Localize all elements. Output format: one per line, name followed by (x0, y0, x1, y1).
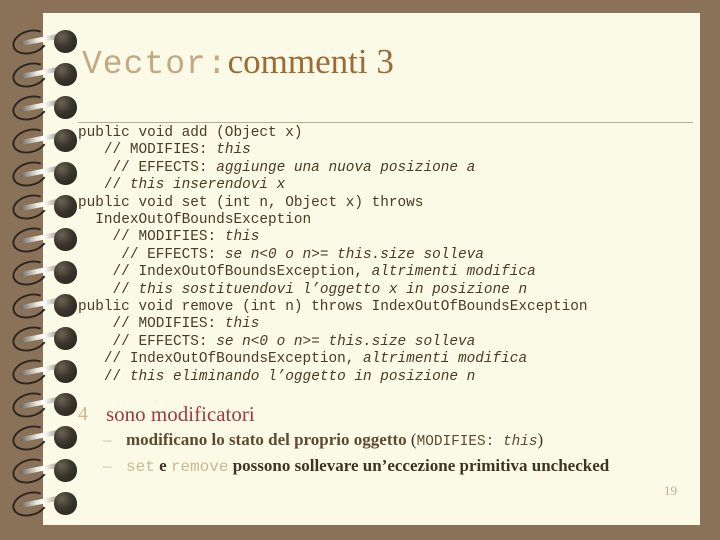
code-comment-italic: this (224, 316, 260, 333)
slide-canvas: Vector:commenti 3 public void add (Objec… (0, 0, 720, 540)
code-line: public void set (int n, Object x) throws (78, 195, 698, 212)
code-text: // EFFECTS: (121, 246, 225, 263)
code-line: // IndexOutOfBoundsException, altrimenti… (78, 351, 698, 368)
code-text: // MODIFIES: (112, 229, 225, 246)
code-comment-italic: altrimenti modifica (363, 351, 528, 368)
code-comment-italic: this sostituendovi l’oggetto x in posizi… (138, 281, 528, 298)
title-mono-part: Vector: (82, 46, 228, 83)
code-line: // EFFECTS: se n<0 o n>= this.size solle… (78, 334, 698, 351)
bullet-heading-text: sono modificatori (106, 402, 255, 426)
dash-icon: – (103, 430, 112, 449)
bullet-list: 4 sono modificatori – modificano lo stat… (78, 402, 678, 478)
code-comment-italic: this inserendovi x (129, 177, 286, 194)
code-comment-italic: this (224, 229, 260, 246)
code-line: // this inserendovi x (78, 177, 698, 194)
code-line: // MODIFIES: this (78, 229, 698, 246)
code-text: // IndexOutOfBoundsException, (112, 264, 372, 281)
sub-bullet-2-text: possono sollevare un’eccezione primitiva… (228, 456, 610, 475)
code-line: IndexOutOfBoundsException (78, 212, 698, 229)
code-comment-italic: se n<0 o n>= this.size solleva (216, 333, 476, 350)
code-line: // MODIFIES: this (78, 142, 698, 159)
code-text: public void remove (int n) throws IndexO… (78, 299, 588, 316)
code-comment-italic: altrimenti modifica (371, 264, 536, 281)
code-text: // (112, 281, 139, 298)
code-text: // (103, 177, 130, 194)
code-line: public void add (Object x) (78, 125, 698, 142)
sub-bullet-1: – modificano lo stato del proprio oggett… (78, 429, 678, 453)
code-comment-italic: aggiunge una nuova posizione a (216, 159, 476, 176)
code-text: IndexOutOfBoundsException (95, 212, 312, 229)
code-text: public void set (int n, Object x) throws (78, 194, 424, 211)
title-divider-rule (78, 122, 693, 123)
sub-bullet-1-code-plain: MODIFIES: (416, 434, 503, 450)
page-number: 19 (664, 483, 677, 498)
bullet-heading: 4 sono modificatori (78, 402, 678, 427)
code-comment-italic: se n<0 o n>= this.size solleva (224, 246, 484, 263)
code-line: // this sostituendovi l’oggetto x in pos… (78, 282, 698, 299)
code-text: // MODIFIES: (103, 142, 217, 159)
sub-bullet-2: – set e remove possono sollevare un’ecce… (78, 455, 678, 478)
code-text: // IndexOutOfBoundsException, (103, 351, 363, 368)
code-line: // IndexOutOfBoundsException, altrimenti… (78, 264, 698, 281)
sub-bullet-2-conjunction: e (154, 456, 171, 475)
sub-bullet-2-code-remove: remove (170, 458, 229, 476)
sub-bullet-1-close-paren: ) (537, 430, 544, 449)
code-comment-italic: this (216, 142, 251, 159)
code-line: // EFFECTS: se n<0 o n>= this.size solle… (78, 247, 698, 264)
slide-title: Vector:commenti 3 (82, 42, 394, 83)
code-line: // MODIFIES: this (78, 316, 698, 333)
code-text: // MODIFIES: (112, 316, 225, 333)
code-text: // (103, 368, 130, 385)
title-serif-part: commenti 3 (227, 42, 394, 81)
sub-bullet-2-code-set: set (126, 458, 155, 476)
dash-icon: – (103, 456, 112, 475)
code-block: public void add (Object x) // MODIFIES: … (78, 125, 698, 386)
sub-bullet-1-code-italic: this (502, 434, 538, 450)
code-line: // this eliminando l’oggetto in posizion… (78, 369, 698, 386)
code-text: // EFFECTS: (112, 333, 217, 350)
code-text: // EFFECTS: (112, 159, 217, 176)
bullet-marker-icon: 4 (78, 403, 88, 425)
code-comment-italic: this eliminando l’oggetto in posizione n (129, 368, 476, 385)
code-line: public void remove (int n) throws IndexO… (78, 299, 698, 316)
code-line: // EFFECTS: aggiunge una nuova posizione… (78, 160, 698, 177)
code-text: public void add (Object x) (78, 125, 303, 141)
sub-bullet-1-text: modificano lo stato del proprio oggetto (126, 430, 411, 449)
